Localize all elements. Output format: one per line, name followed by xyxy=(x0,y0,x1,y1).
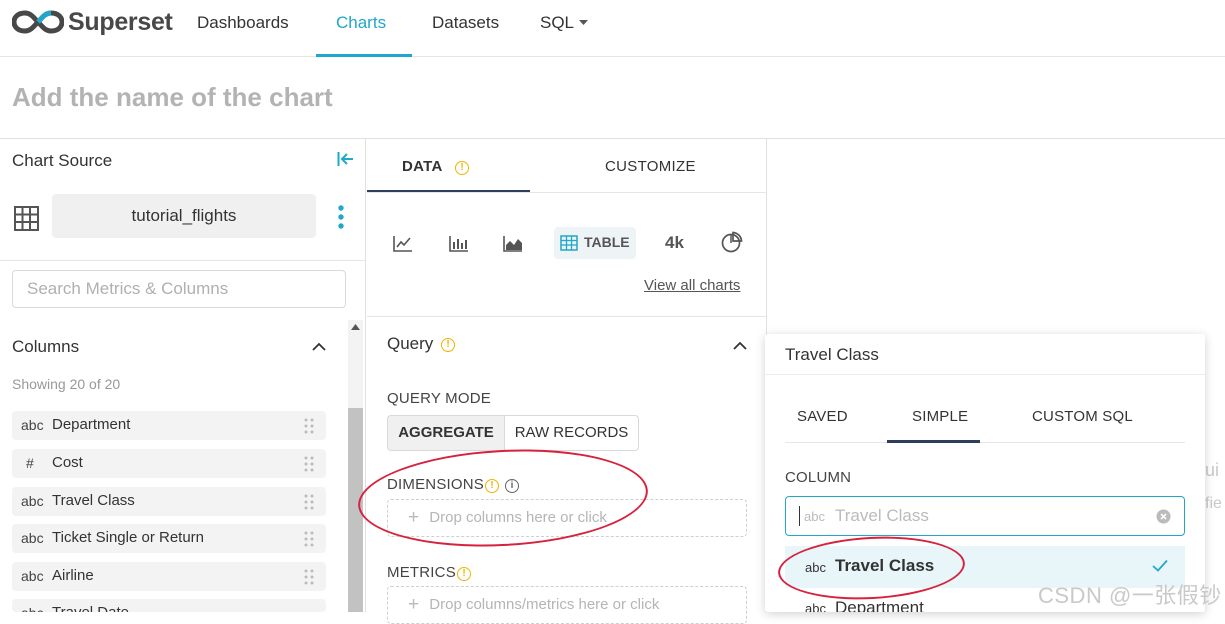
column-type: abc xyxy=(21,530,44,546)
column-type: abc xyxy=(21,493,44,509)
divider xyxy=(785,442,1185,443)
column-name: Travel Class xyxy=(52,492,135,509)
column-name: Cost xyxy=(52,454,83,471)
column-type: # xyxy=(26,455,34,471)
line-chart-icon[interactable] xyxy=(393,232,413,254)
viz-table-label: TABLE xyxy=(584,234,630,250)
caret-down-icon[interactable] xyxy=(579,20,588,26)
column-name: Travel Date xyxy=(52,604,129,612)
columns-count: Showing 20 of 20 xyxy=(12,376,121,392)
tab-data[interactable]: DATA xyxy=(402,158,443,175)
pie-chart-icon[interactable] xyxy=(721,231,743,253)
query-heading[interactable]: Query xyxy=(387,334,433,354)
column-type: abc xyxy=(21,605,44,612)
search-metrics-columns-input[interactable]: Search Metrics & Columns xyxy=(12,270,346,308)
drag-handle-icon[interactable] xyxy=(304,569,314,585)
column-type: abc xyxy=(21,417,44,433)
column-select-input[interactable]: abc Travel Class xyxy=(785,496,1185,536)
active-nav-indicator xyxy=(316,54,412,57)
dataset-name[interactable]: tutorial_flights xyxy=(52,194,316,238)
active-tab-indicator xyxy=(367,190,530,192)
datasource-panel: Chart Source tutorial_flights Search Met… xyxy=(0,139,366,612)
bar-chart-icon[interactable] xyxy=(449,232,469,254)
metrics-label: METRICS xyxy=(387,564,456,581)
chart-source-heading: Chart Source xyxy=(12,151,113,170)
column-item[interactable]: abc Ticket Single or Return xyxy=(12,524,326,553)
divider xyxy=(765,374,1205,375)
nav-datasets[interactable]: Datasets xyxy=(432,13,499,33)
column-item[interactable]: abc Travel Class xyxy=(12,487,326,516)
scroll-up-arrow-icon[interactable] xyxy=(351,324,360,331)
column-type: abc xyxy=(804,509,825,524)
tab-simple[interactable]: SIMPLE xyxy=(912,408,968,425)
column-item[interactable]: abc Airline xyxy=(12,562,326,591)
clear-icon[interactable] xyxy=(1156,509,1171,524)
drag-handle-icon[interactable] xyxy=(304,494,314,510)
drag-handle-icon[interactable] xyxy=(304,418,314,434)
brand-name[interactable]: Superset xyxy=(68,8,173,37)
query-mode-label: QUERY MODE xyxy=(387,390,491,407)
columns-heading[interactable]: Columns xyxy=(12,337,79,357)
text-cursor xyxy=(799,506,800,526)
column-item[interactable]: # Cost xyxy=(12,449,326,478)
warning-icon: ! xyxy=(437,335,455,353)
aggregate-mode-button[interactable]: AGGREGATE xyxy=(387,415,505,451)
option-type: abc xyxy=(805,601,826,612)
column-item[interactable]: abc Department xyxy=(12,411,326,440)
divider xyxy=(367,192,767,193)
tab-customize[interactable]: CUSTOMIZE xyxy=(605,158,696,175)
top-navbar: Superset Dashboards Charts Datasets SQL xyxy=(0,0,1225,57)
active-tab-indicator xyxy=(887,440,980,443)
superset-logo-icon[interactable] xyxy=(12,10,64,34)
metrics-dropzone[interactable]: + Drop columns/metrics here or click xyxy=(387,586,747,624)
raw-records-mode-button[interactable]: RAW RECORDS xyxy=(504,415,639,451)
area-chart-icon[interactable] xyxy=(503,232,523,254)
drag-handle-icon[interactable] xyxy=(304,456,314,472)
metrics-drop-text: Drop columns/metrics here or click xyxy=(429,596,660,613)
option-name: Department xyxy=(835,598,924,612)
chevron-up-icon[interactable] xyxy=(312,342,326,351)
column-name: Ticket Single or Return xyxy=(52,529,205,546)
tab-custom-sql[interactable]: CUSTOM SQL xyxy=(1032,408,1133,425)
check-icon xyxy=(1152,559,1168,572)
collapse-panel-icon[interactable] xyxy=(337,152,353,166)
column-label: COLUMN xyxy=(785,469,852,486)
nav-charts[interactable]: Charts xyxy=(336,13,386,33)
table-icon xyxy=(560,235,578,251)
warning-icon: ! xyxy=(451,158,469,176)
nav-sql[interactable]: SQL xyxy=(540,13,574,33)
column-name: Department xyxy=(52,416,131,433)
warning-icon: ! xyxy=(453,564,471,582)
tab-saved[interactable]: SAVED xyxy=(797,408,848,425)
nav-dashboards[interactable]: Dashboards xyxy=(197,13,289,33)
column-name: Airline xyxy=(52,567,94,584)
chart-title-input[interactable]: Add the name of the chart xyxy=(12,82,333,113)
big-number-viz-button[interactable]: 4k xyxy=(665,233,684,253)
viz-table-button[interactable]: TABLE xyxy=(554,227,636,259)
dataset-table-icon xyxy=(14,206,39,231)
watermark: CSDN @一张假钞 xyxy=(1038,583,1222,608)
drag-handle-icon[interactable] xyxy=(304,531,314,547)
cut-off-text: fie xyxy=(1205,495,1222,512)
cut-off-text: ui xyxy=(1205,460,1220,480)
popover-title[interactable]: Travel Class xyxy=(785,345,879,365)
select-value: Travel Class xyxy=(835,506,929,525)
divider xyxy=(0,260,366,261)
chevron-up-icon[interactable] xyxy=(733,341,747,350)
column-type: abc xyxy=(21,568,44,584)
column-item[interactable]: abc Travel Date xyxy=(12,599,326,612)
more-vertical-icon[interactable] xyxy=(337,204,345,230)
divider xyxy=(367,316,767,317)
view-all-charts-link[interactable]: View all charts xyxy=(644,277,740,294)
